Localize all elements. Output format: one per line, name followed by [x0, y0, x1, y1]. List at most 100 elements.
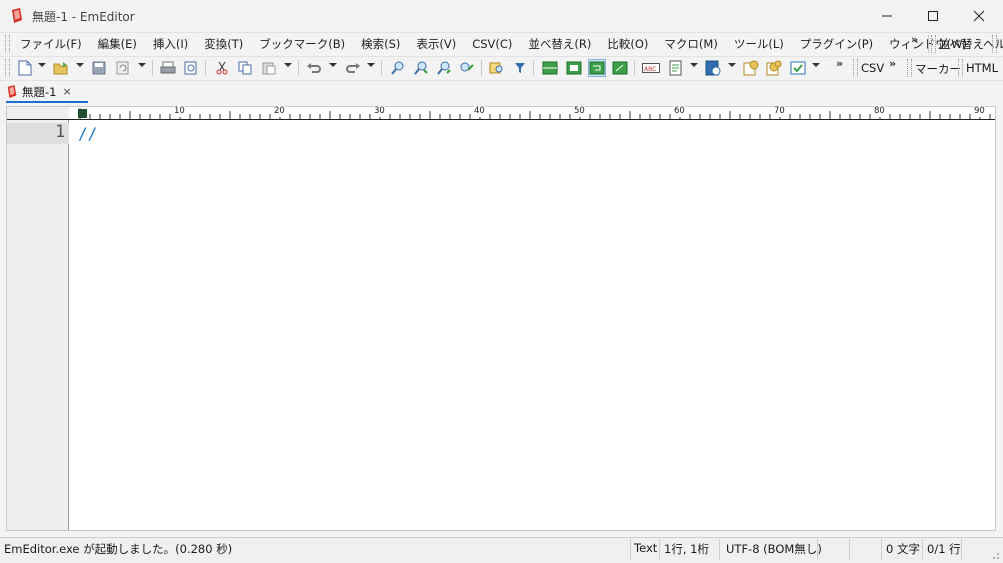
redo-icon: [346, 63, 360, 73]
encoding-dropdown-icon[interactable]: [728, 63, 736, 67]
select-config-button[interactable]: [789, 59, 807, 77]
find-next-button[interactable]: [412, 59, 430, 77]
replace-button[interactable]: [458, 59, 476, 77]
menu-file[interactable]: ファイル(F): [12, 36, 90, 52]
ruler-gutter: [7, 107, 69, 119]
html-toolbar-button[interactable]: HTML: [966, 61, 998, 75]
ruler-label: 20: [274, 106, 285, 117]
side-by-side-button[interactable]: [565, 59, 583, 77]
marker-toolbar-button[interactable]: マーカー: [915, 61, 961, 77]
menu-bookmark[interactable]: ブックマーク(B): [251, 36, 353, 52]
toolbar-separator: [381, 60, 382, 76]
status-encoding[interactable]: UTF-8 (BOM無し): [726, 541, 822, 557]
sort-toolbar-grip[interactable]: [931, 35, 936, 53]
menu-csv[interactable]: CSV(C): [464, 36, 520, 52]
csv-toolbar-button[interactable]: CSV: [861, 61, 884, 75]
menu-macro[interactable]: マクロ(M): [656, 36, 725, 52]
print-button[interactable]: [159, 59, 177, 77]
reload-icon: [116, 61, 129, 75]
menu-grip[interactable]: [5, 35, 10, 53]
encoding-icon: [705, 60, 721, 76]
redo-dropdown-icon[interactable]: [367, 63, 375, 67]
toolbar-overflow-chevron-icon[interactable]: »: [836, 57, 843, 70]
paste-button[interactable]: [260, 59, 278, 77]
replace-icon: [460, 62, 474, 72]
editor-area[interactable]: [6, 106, 996, 531]
open-file-dropdown-icon[interactable]: [76, 63, 84, 67]
document-properties-button[interactable]: [667, 59, 685, 77]
tab-close-icon[interactable]: ×: [62, 85, 71, 98]
word-wrap-icon: [589, 61, 605, 75]
find-in-files-button[interactable]: [488, 59, 506, 77]
menu-insert[interactable]: 挿入(I): [145, 36, 196, 52]
cut-button[interactable]: [213, 59, 231, 77]
save-button[interactable]: [90, 59, 108, 77]
line-number: 1: [55, 122, 66, 142]
print-preview-button[interactable]: [182, 59, 200, 77]
close-icon: [973, 10, 985, 22]
menu-convert[interactable]: 変換(T): [196, 36, 251, 52]
status-cursor-position[interactable]: 1行, 1桁: [664, 541, 709, 557]
wrap-by-window-icon: [612, 61, 628, 75]
side-by-side-icon: [566, 61, 582, 75]
menu-overflow-chevron-icon[interactable]: »: [911, 33, 918, 46]
spell-check-button[interactable]: ABC: [642, 59, 660, 77]
customize-icon: [743, 60, 759, 76]
csv-toolbar-grip[interactable]: [853, 59, 858, 77]
encoding-button[interactable]: [704, 59, 722, 77]
menu-separator: [928, 35, 929, 53]
menu-edit[interactable]: 編集(E): [90, 36, 145, 52]
close-button[interactable]: [956, 0, 1002, 32]
document-tab-label: 無題-1: [22, 84, 57, 99]
menu-search[interactable]: 検索(S): [353, 36, 408, 52]
undo-button[interactable]: [305, 59, 323, 77]
toolbar-separator: [634, 60, 635, 76]
configuration-button[interactable]: [765, 59, 783, 77]
undo-dropdown-icon[interactable]: [329, 63, 337, 67]
find-button[interactable]: [389, 59, 407, 77]
resize-grip-icon[interactable]: [988, 548, 1000, 560]
paste-dropdown-icon[interactable]: [284, 63, 292, 67]
new-file-button[interactable]: [16, 59, 34, 77]
status-char-count: 0 文字: [886, 542, 920, 556]
status-mode[interactable]: Text: [634, 541, 657, 555]
print-preview-icon: [184, 61, 197, 75]
csv-overflow-chevron-icon[interactable]: »: [889, 57, 896, 70]
menu-sort[interactable]: 並べ替え(R): [520, 36, 599, 52]
find-in-files-icon: [489, 62, 503, 74]
sort-toolbar-button[interactable]: 並べ替え: [938, 36, 984, 52]
word-wrap-button[interactable]: [588, 59, 606, 77]
status-separator: [630, 539, 631, 560]
new-file-dropdown-icon[interactable]: [38, 63, 46, 67]
split-view-button[interactable]: [541, 59, 559, 77]
customize-button[interactable]: [742, 59, 760, 77]
menu-tools[interactable]: ツール(L): [726, 36, 792, 52]
document-tab[interactable]: 無題-1 ×: [6, 82, 88, 103]
menu-view[interactable]: 表示(V): [408, 36, 464, 52]
document-properties-icon: [669, 60, 682, 76]
filter-button[interactable]: [511, 59, 529, 77]
ruler-ticks: [79, 108, 991, 119]
sort-toolbar-end-grip[interactable]: [992, 35, 997, 53]
reload-dropdown-icon[interactable]: [138, 63, 146, 67]
ruler-label: 30: [374, 106, 385, 117]
minimize-button[interactable]: [864, 0, 910, 32]
find-previous-button[interactable]: [435, 59, 453, 77]
reload-button[interactable]: [114, 59, 132, 77]
wrap-by-window-button[interactable]: [611, 59, 629, 77]
menu-compare[interactable]: 比較(O): [599, 36, 656, 52]
redo-button[interactable]: [344, 59, 362, 77]
title-bar: [0, 0, 1003, 32]
menu-plugins[interactable]: プラグイン(P): [792, 36, 881, 52]
editor-text-line[interactable]: //: [78, 124, 97, 143]
toolbar-separator: [152, 60, 153, 76]
document-properties-dropdown-icon[interactable]: [690, 63, 698, 67]
toolbar-grip[interactable]: [5, 59, 10, 77]
select-config-dropdown-icon[interactable]: [812, 63, 820, 67]
open-file-button[interactable]: [52, 59, 70, 77]
marker-toolbar-grip[interactable]: [907, 59, 912, 77]
ruler-label: 50: [574, 106, 585, 117]
maximize-button[interactable]: [910, 0, 956, 32]
html-toolbar-grip[interactable]: [958, 59, 963, 77]
copy-button[interactable]: [236, 59, 254, 77]
